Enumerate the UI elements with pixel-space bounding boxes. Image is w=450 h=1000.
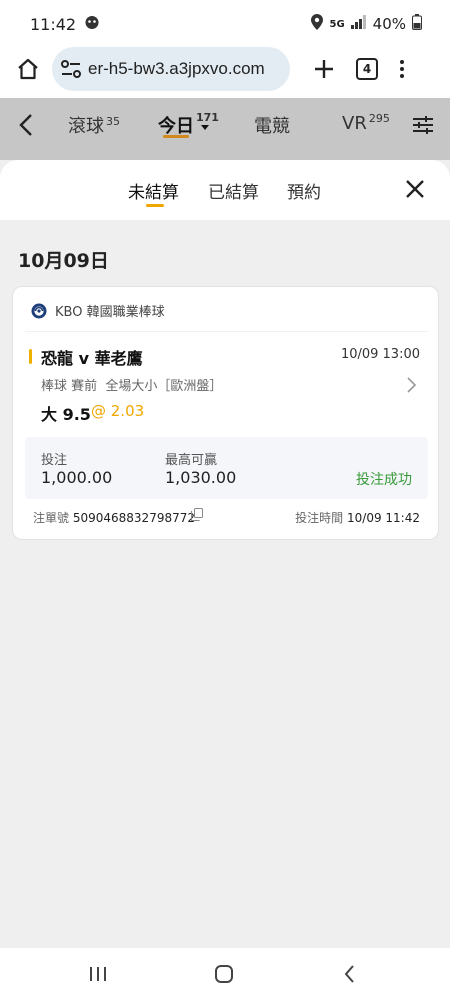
league-name: KBO 韓國職業棒球 (55, 305, 165, 320)
network-type: 5G (329, 18, 345, 30)
home-button[interactable] (10, 51, 46, 87)
league-logo-icon (31, 303, 47, 318)
close-icon[interactable] (404, 178, 426, 200)
back-arrow-icon[interactable] (14, 112, 40, 138)
home-icon (18, 58, 38, 80)
bet-record-sheet: 未結算 已結算 預約 10月09日 KBO 韓國職業棒球 恐龍 v 華老鷹 10… (0, 160, 450, 948)
stake-label: 投注 (41, 453, 68, 468)
address-bar[interactable]: er-h5-bw3.a3jpxvo.com (52, 47, 290, 91)
tab-label: 滾球 (68, 116, 104, 137)
max-win-label: 最高可贏 (165, 453, 218, 468)
bet-time: 10/09 11:42 (347, 511, 420, 525)
browser-toolbar: er-h5-bw3.a3jpxvo.com 4 (0, 40, 450, 98)
active-tab-indicator (163, 135, 189, 138)
market-description: 棒球 賽前 全場大小［歐洲盤］ (41, 379, 223, 394)
league-row: KBO 韓國職業棒球 (31, 301, 165, 320)
order-number-label: 注單號 (33, 511, 70, 525)
tab-count-badge: 35 (106, 115, 120, 128)
caret-down-icon (201, 125, 209, 130)
bet-card[interactable]: KBO 韓國職業棒球 恐龍 v 華老鷹 10/09 13:00 棒球 賽前 全場… (12, 286, 439, 540)
tab-count-badge: 295 (368, 112, 390, 125)
order-number-row: 注單號 5090468832798772 (33, 509, 195, 526)
chevron-right-icon[interactable] (406, 377, 418, 393)
app-header: 滾球 35 今日 171 電競 VR 295 (0, 98, 450, 160)
match-time: 10/09 13:00 (340, 347, 420, 362)
recent-apps-icon[interactable] (86, 962, 110, 986)
status-time: 11:42 (30, 14, 77, 34)
date-heading: 10月09日 (18, 250, 109, 272)
tab-count: 4 (362, 62, 372, 76)
tab-switcher-button[interactable]: 4 (356, 58, 378, 80)
plus-icon (315, 60, 333, 78)
site-settings-icon[interactable] (60, 59, 82, 79)
filter-settings-icon[interactable] (412, 114, 434, 136)
tab-count-badge: 171 (196, 111, 219, 124)
tab-vr[interactable]: VR 295 (342, 112, 390, 134)
dot-icon (400, 60, 404, 64)
more-menu-button[interactable] (400, 60, 404, 78)
tab-settled[interactable]: 已結算 (208, 178, 259, 203)
home-nav-icon[interactable] (212, 962, 236, 986)
bet-odds: @ 2.03 (91, 402, 145, 420)
match-marker (29, 349, 32, 364)
signal-icon (350, 15, 367, 33)
sheet-header: 未結算 已結算 預約 (0, 160, 450, 220)
app-notification-icon (84, 14, 100, 34)
order-number: 5090468832798772 (72, 511, 195, 525)
tab-label: 今日 (158, 116, 194, 137)
battery-icon (412, 14, 422, 34)
tab-label: 電競 (254, 116, 290, 137)
bet-pick: 大 9.5 (41, 405, 91, 424)
system-nav-bar (0, 948, 450, 1000)
dot-icon (400, 67, 404, 71)
bet-time-row: 投注時間 10/09 11:42 (295, 509, 420, 526)
bet-status-badge: 投注成功 (356, 472, 412, 488)
sheet-tab-indicator (146, 204, 164, 207)
back-nav-icon[interactable] (338, 962, 362, 986)
divider (25, 331, 428, 332)
new-tab-button[interactable] (306, 51, 342, 87)
copy-icon[interactable] (191, 508, 203, 521)
max-win-value: 1,030.00 (165, 468, 237, 487)
match-name: 恐龍 v 華老鷹 (41, 349, 143, 368)
tab-label: VR (342, 113, 367, 134)
url-text: er-h5-bw3.a3jpxvo.com (88, 59, 265, 78)
tab-reserved[interactable]: 預約 (287, 178, 321, 203)
stake-value: 1,000.00 (41, 468, 113, 487)
dot-icon (400, 74, 404, 78)
bet-time-label: 投注時間 (295, 511, 344, 525)
battery-percent: 40% (372, 15, 406, 33)
tab-esports[interactable]: 電競 (254, 112, 290, 138)
tab-live[interactable]: 滾球 35 (68, 112, 120, 138)
location-icon (311, 14, 324, 34)
tab-unsettled[interactable]: 未結算 (128, 178, 179, 203)
stake-summary: 投注 1,000.00 最高可贏 1,030.00 投注成功 (25, 437, 428, 499)
